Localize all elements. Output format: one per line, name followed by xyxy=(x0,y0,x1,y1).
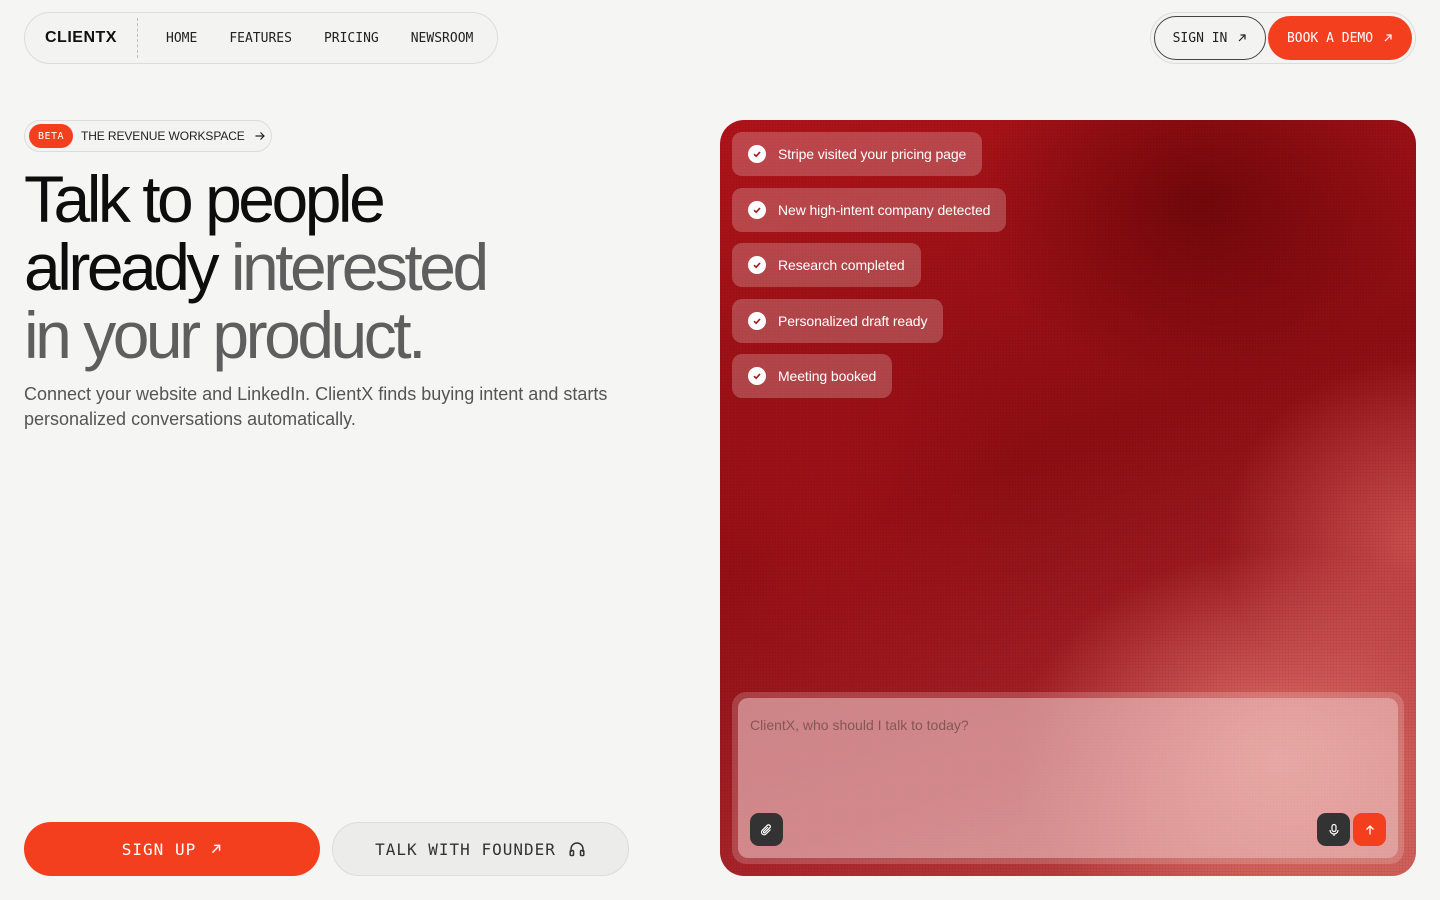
hero-subtext: Connect your website and LinkedIn. Clien… xyxy=(24,384,608,429)
book-demo-label: BOOK A DEMO xyxy=(1286,30,1374,46)
sign-up-button[interactable]: SIGN UP xyxy=(24,822,320,876)
activity-item: Meeting booked xyxy=(732,354,893,398)
chat-composer-frame xyxy=(732,692,1404,864)
hero-headline: Talk to people already interested in you… xyxy=(24,165,664,369)
headline-line-1: Talk to people xyxy=(24,162,386,236)
activity-item: Personalized draft ready xyxy=(732,299,944,343)
badge-text: THE REVENUE WORKSPACE xyxy=(81,129,245,143)
activity-label: Research completed xyxy=(778,257,905,273)
nav-link-home[interactable]: HOME xyxy=(150,31,213,46)
arrow-up-right-icon xyxy=(1238,34,1246,42)
check-icon xyxy=(748,367,766,385)
headline-line-2-gray: interested xyxy=(230,230,489,304)
brand-logo[interactable]: CLIENTX xyxy=(25,29,137,47)
sign-in-label: SIGN IN xyxy=(1172,30,1228,46)
activity-label: Stripe visited your pricing page xyxy=(778,146,967,162)
arrow-right-icon xyxy=(255,132,265,140)
activity-item: Research completed xyxy=(732,243,921,287)
sign-in-button[interactable]: SIGN IN xyxy=(1154,16,1266,60)
activity-item: New high-intent company detected xyxy=(732,188,1007,232)
sign-up-label: SIGN UP xyxy=(121,839,197,859)
nav-links: HOME FEATURES PRICING NEWSROOM xyxy=(150,31,489,46)
paperclip-icon xyxy=(760,823,771,835)
chat-composer xyxy=(738,698,1398,858)
check-icon xyxy=(748,312,766,330)
talk-with-founder-label: TALK WITH FOUNDER xyxy=(375,839,556,859)
check-icon xyxy=(748,256,766,274)
microphone-icon xyxy=(1328,823,1339,836)
send-button[interactable] xyxy=(1353,813,1386,846)
nav-divider xyxy=(137,18,138,58)
headline-line-2-dark: already xyxy=(24,230,219,304)
announcement-badge[interactable]: BETA THE REVENUE WORKSPACE xyxy=(24,120,272,152)
activity-label: Personalized draft ready xyxy=(778,313,928,329)
activity-label: New high-intent company detected xyxy=(778,202,991,218)
nav-actions: SIGN IN BOOK A DEMO xyxy=(1150,12,1416,64)
product-visual-panel: Stripe visited your pricing page New hig… xyxy=(720,120,1416,876)
attach-button[interactable] xyxy=(750,813,783,846)
activity-label: Meeting booked xyxy=(778,368,877,384)
check-icon xyxy=(748,201,766,219)
arrow-up-right-icon xyxy=(1384,34,1392,42)
main-nav: CLIENTX HOME FEATURES PRICING NEWSROOM xyxy=(24,12,498,64)
arrow-up-right-icon xyxy=(212,844,221,854)
headline-line-3: in your product. xyxy=(24,298,426,372)
talk-with-founder-button[interactable]: TALK WITH FOUNDER xyxy=(332,822,629,876)
nav-link-newsroom[interactable]: NEWSROOM xyxy=(395,31,490,46)
book-demo-button[interactable]: BOOK A DEMO xyxy=(1268,16,1412,60)
microphone-button[interactable] xyxy=(1317,813,1350,846)
check-icon xyxy=(748,145,766,163)
headphones-icon xyxy=(569,842,585,857)
arrow-up-icon xyxy=(1365,824,1374,834)
chat-input[interactable] xyxy=(750,710,1380,740)
nav-link-pricing[interactable]: PRICING xyxy=(308,31,395,46)
beta-tag: BETA xyxy=(29,124,73,148)
activity-item: Stripe visited your pricing page xyxy=(732,132,983,176)
nav-link-features[interactable]: FEATURES xyxy=(213,31,308,46)
